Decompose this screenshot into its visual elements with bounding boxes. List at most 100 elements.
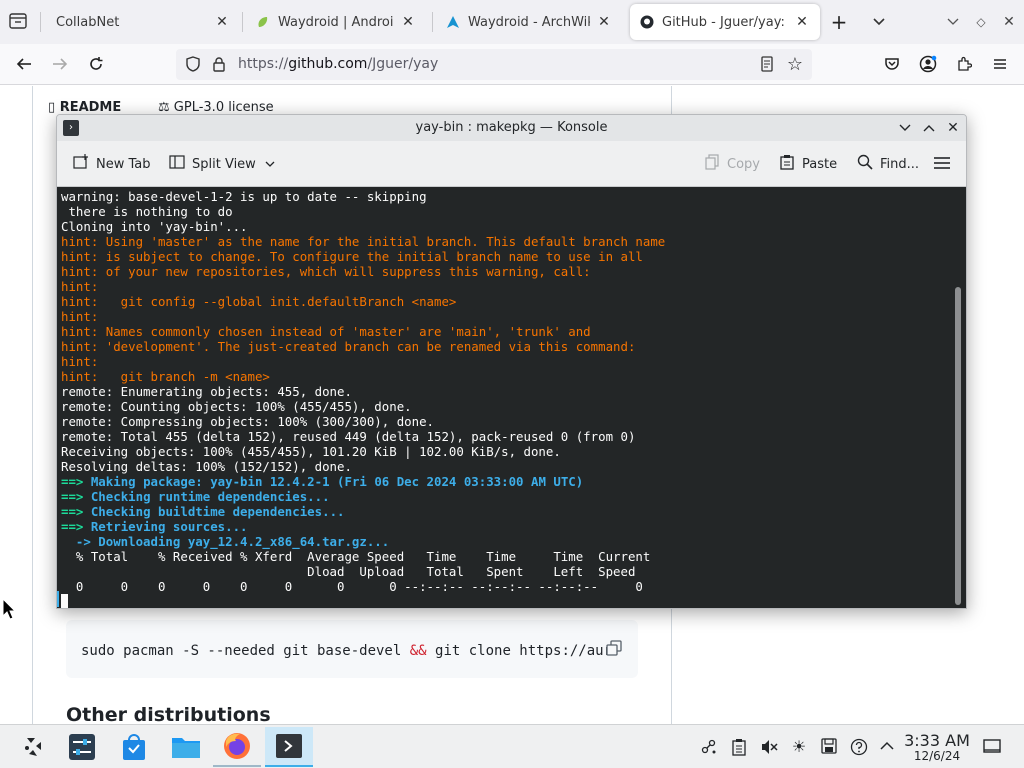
terminal-line: warning: base-devel-1-2 is up to date --… bbox=[61, 189, 427, 204]
url-bar[interactable]: https://github.com/Jguer/yay ☆ bbox=[176, 49, 812, 80]
clock-date[interactable]: 12/6/24 bbox=[904, 749, 970, 763]
task-file-manager[interactable] bbox=[162, 727, 210, 767]
volume-muted-icon[interactable] bbox=[760, 738, 778, 756]
terminal-line-text: Checking runtime dependencies... bbox=[83, 489, 330, 504]
copy-label: Copy bbox=[727, 156, 760, 172]
split-view-button[interactable]: Split View bbox=[169, 154, 275, 174]
close-icon[interactable]: ✕ bbox=[943, 118, 963, 138]
chevron-up-icon[interactable] bbox=[878, 738, 896, 756]
scrollbar-thumb[interactable] bbox=[955, 287, 961, 605]
hamburger-menu-icon[interactable] bbox=[934, 156, 950, 170]
window-close-icon[interactable]: ✕ bbox=[996, 9, 1022, 35]
terminal-line: hint: bbox=[61, 309, 99, 324]
license-tab[interactable]: ⚖ GPL-3.0 license bbox=[158, 100, 274, 115]
help-icon[interactable] bbox=[850, 738, 868, 756]
close-icon[interactable]: ✕ bbox=[214, 14, 230, 30]
task-konsole[interactable] bbox=[265, 727, 313, 767]
shield-icon[interactable] bbox=[180, 51, 206, 77]
readme-tab[interactable]: ▯ README bbox=[48, 100, 121, 115]
minimize-icon[interactable] bbox=[895, 118, 915, 138]
task-firefox[interactable] bbox=[213, 727, 261, 767]
maximize-icon[interactable] bbox=[919, 118, 939, 138]
lock-icon[interactable] bbox=[206, 51, 232, 77]
konsole-window[interactable]: › yay-bin : makepkg — Konsole ✕ New Tab … bbox=[56, 114, 967, 609]
find-button[interactable]: Find... bbox=[857, 154, 919, 174]
task-discover[interactable] bbox=[110, 727, 158, 767]
terminal-line: Resolving deltas: 100% (152/152), done. bbox=[61, 459, 352, 474]
terminal-app-icon bbox=[276, 734, 302, 758]
arrow-marker: ==> bbox=[61, 519, 84, 534]
hamburger-menu-icon[interactable] bbox=[987, 51, 1013, 77]
tab-list-button[interactable] bbox=[8, 12, 30, 32]
store-app-icon bbox=[123, 734, 145, 760]
license-label: GPL-3.0 license bbox=[173, 100, 274, 115]
chevron-down-icon[interactable] bbox=[866, 9, 892, 35]
extensions-icon[interactable] bbox=[951, 51, 977, 77]
task-system-settings[interactable] bbox=[58, 727, 106, 767]
reader-view-icon[interactable] bbox=[754, 51, 780, 77]
terminal-line-text: Retrieving sources... bbox=[83, 519, 248, 534]
paste-button[interactable]: Paste bbox=[779, 154, 837, 174]
terminal-output[interactable]: warning: base-devel-1-2 is up to date --… bbox=[57, 187, 966, 608]
firefox-icon bbox=[224, 733, 250, 759]
find-label: Find... bbox=[880, 156, 920, 172]
close-icon[interactable]: ✕ bbox=[400, 14, 416, 30]
launcher-icon bbox=[25, 738, 41, 756]
bookmark-star-icon[interactable]: ☆ bbox=[782, 51, 808, 77]
terminal-line: remote: Compressing objects: 100% (300/3… bbox=[61, 414, 434, 429]
close-icon[interactable]: ✕ bbox=[596, 14, 612, 30]
new-tab-icon bbox=[73, 154, 89, 174]
pocket-icon[interactable] bbox=[879, 51, 905, 77]
window-maximize-icon[interactable]: ◇ bbox=[968, 9, 994, 35]
tab-overview-icon bbox=[9, 13, 27, 29]
taskbar: ☀ 3:33 AM 12/6/24 bbox=[0, 724, 1024, 768]
terminal-lines: warning: base-devel-1-2 is up to date --… bbox=[61, 189, 966, 594]
window-minimize-icon[interactable] bbox=[940, 9, 966, 35]
copy-icon[interactable] bbox=[606, 640, 622, 660]
tab-collabnet[interactable]: CollabNet ✕ bbox=[46, 4, 240, 40]
terminal-line: hint: git config --global init.defaultBr… bbox=[61, 294, 457, 309]
archlinux-favicon-icon bbox=[447, 16, 459, 28]
terminal-line: hint: of your new repositories, which wi… bbox=[61, 264, 591, 279]
close-icon[interactable]: ✕ bbox=[794, 14, 810, 30]
terminal-line: % Total % Received % Xferd Average Speed… bbox=[61, 549, 651, 564]
browser-nav-bar: https://github.com/Jguer/yay ☆ bbox=[0, 44, 1024, 85]
paste-label: Paste bbox=[802, 156, 838, 172]
account-icon[interactable] bbox=[915, 51, 941, 77]
tab-waydroid-android[interactable]: Waydroid | Android i ✕ bbox=[246, 4, 426, 40]
save-disk-icon[interactable] bbox=[820, 738, 838, 756]
back-arrow-icon[interactable] bbox=[11, 51, 37, 77]
code-part: sudo pacman -S --needed git base-devel bbox=[81, 643, 410, 659]
code-block: sudo pacman -S --needed git base-devel &… bbox=[66, 620, 638, 678]
clipboard-icon[interactable] bbox=[730, 738, 748, 756]
brightness-icon[interactable]: ☀ bbox=[790, 738, 808, 756]
arrow-marker: ==> bbox=[61, 489, 84, 504]
tab-label: CollabNet bbox=[56, 14, 120, 30]
terminal-prompt-line bbox=[61, 594, 966, 608]
code-operator: && bbox=[409, 643, 427, 659]
forward-arrow-icon[interactable] bbox=[47, 51, 73, 77]
tab-github-yay[interactable]: GitHub - Jguer/yay: Y ✕ bbox=[630, 4, 820, 40]
paste-icon bbox=[779, 154, 795, 174]
terminal-line: -> Downloading yay_12.4.2_x86_64.tar.gz.… bbox=[61, 534, 390, 549]
url-path: /Jguer/yay bbox=[367, 56, 439, 72]
terminal-line: hint: is subject to change. To configure… bbox=[61, 249, 643, 264]
konsole-titlebar[interactable]: › yay-bin : makepkg — Konsole ✕ bbox=[57, 115, 966, 141]
copy-button[interactable]: Copy bbox=[704, 154, 760, 174]
code-text: sudo pacman -S --needed git base-devel &… bbox=[81, 643, 612, 659]
readme-label: README bbox=[59, 100, 122, 115]
terminal-line: remote: Total 455 (delta 152), reused 44… bbox=[61, 429, 636, 444]
show-desktop-icon[interactable] bbox=[983, 738, 1001, 756]
application-launcher[interactable] bbox=[10, 727, 58, 767]
tab-waydroid-archwiki[interactable]: Waydroid - ArchWiki ✕ bbox=[436, 4, 622, 40]
plus-icon[interactable]: + bbox=[826, 9, 852, 35]
new-tab-button[interactable]: New Tab bbox=[73, 154, 151, 174]
url-prefix: https:// bbox=[238, 56, 289, 72]
clock-time[interactable]: 3:33 AM bbox=[904, 731, 970, 750]
network-icon[interactable] bbox=[700, 738, 718, 756]
tab-label: GitHub - Jguer/yay: Y bbox=[662, 14, 788, 30]
reload-icon[interactable] bbox=[83, 51, 109, 77]
terminal-line: 0 0 0 0 0 0 0 0 --:--:-- --:--:-- --:--:… bbox=[61, 579, 643, 594]
tab-label: Waydroid - ArchWiki bbox=[468, 14, 590, 30]
github-favicon-icon bbox=[640, 15, 654, 29]
